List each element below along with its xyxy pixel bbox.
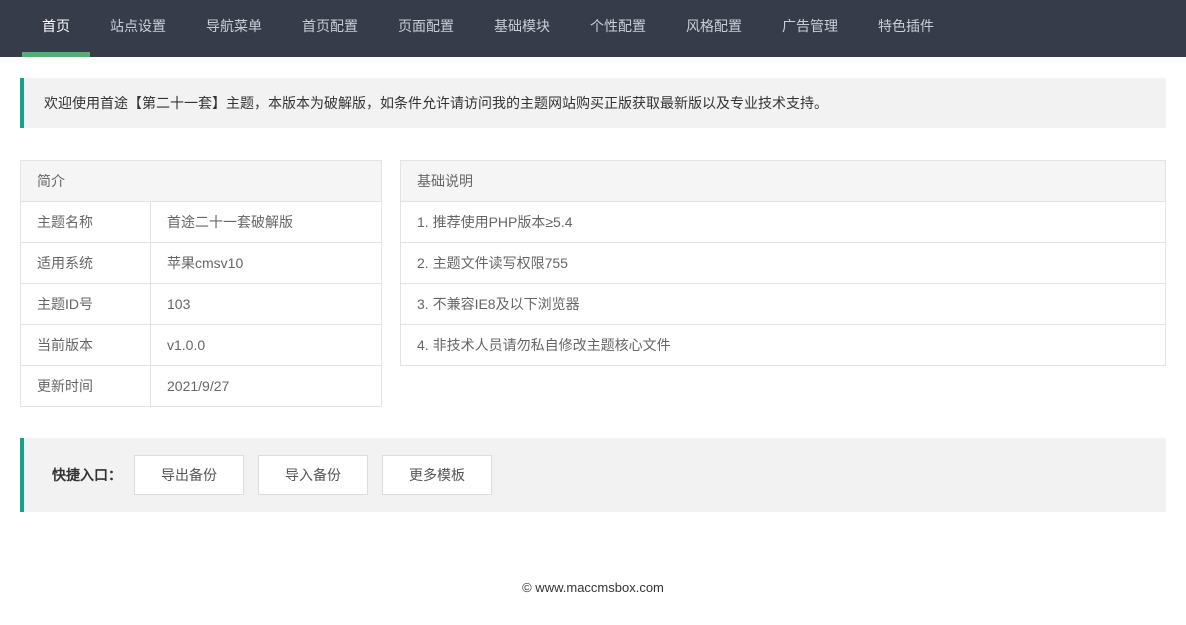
table-row: 3. 不兼容IE8及以下浏览器	[401, 284, 1166, 325]
more-templates-button[interactable]: 更多模板	[382, 455, 492, 495]
notes-table-title: 基础说明	[401, 161, 1166, 202]
note-item-browser: 3. 不兼容IE8及以下浏览器	[401, 284, 1166, 325]
row-label-system: 适用系统	[21, 243, 151, 284]
notes-table-header-row: 基础说明	[401, 161, 1166, 202]
nav-item-site-settings[interactable]: 站点设置	[90, 0, 186, 57]
row-label-theme-id: 主题ID号	[21, 284, 151, 325]
note-item-permissions: 2. 主题文件读写权限755	[401, 243, 1166, 284]
table-row: 更新时间 2021/9/27	[21, 366, 382, 407]
nav-item-basic-modules[interactable]: 基础模块	[474, 0, 570, 57]
intro-table: 简介 主题名称 首途二十一套破解版 适用系统 苹果cmsv10 主题ID号 10…	[20, 160, 382, 407]
row-value-updated: 2021/9/27	[151, 366, 382, 407]
top-nav: 首页 站点设置 导航菜单 首页配置 页面配置 基础模块 个性配置 风格配置 广告…	[0, 0, 1186, 57]
row-value-version: v1.0.0	[151, 325, 382, 366]
welcome-notice: 欢迎使用首途【第二十一套】主题，本版本为破解版，如条件允许请访问我的主题网站购买…	[20, 78, 1166, 128]
nav-item-home[interactable]: 首页	[22, 0, 90, 57]
table-row: 适用系统 苹果cmsv10	[21, 243, 382, 284]
nav-item-page-config[interactable]: 页面配置	[378, 0, 474, 57]
export-backup-button[interactable]: 导出备份	[134, 455, 244, 495]
nav-item-style-config[interactable]: 风格配置	[666, 0, 762, 57]
welcome-notice-text: 欢迎使用首途【第二十一套】主题，本版本为破解版，如条件允许请访问我的主题网站购买…	[44, 95, 828, 111]
intro-table-title: 简介	[21, 161, 382, 202]
quick-entry-section: 快捷入口： 导出备份 导入备份 更多模板	[20, 438, 1166, 512]
table-row: 4. 非技术人员请勿私自修改主题核心文件	[401, 325, 1166, 366]
nav-item-nav-menu[interactable]: 导航菜单	[186, 0, 282, 57]
row-value-system: 苹果cmsv10	[151, 243, 382, 284]
footer-copyright: © www.maccmsbox.com	[0, 580, 1186, 625]
note-item-core-files: 4. 非技术人员请勿私自修改主题核心文件	[401, 325, 1166, 366]
quick-entry-label: 快捷入口：	[52, 465, 122, 485]
table-row: 主题名称 首途二十一套破解版	[21, 202, 382, 243]
table-row: 2. 主题文件读写权限755	[401, 243, 1166, 284]
table-row: 1. 推荐使用PHP版本≥5.4	[401, 202, 1166, 243]
nav-item-homepage-config[interactable]: 首页配置	[282, 0, 378, 57]
row-label-updated: 更新时间	[21, 366, 151, 407]
nav-item-featured-plugins[interactable]: 特色插件	[858, 0, 954, 57]
row-value-theme-id: 103	[151, 284, 382, 325]
note-item-php: 1. 推荐使用PHP版本≥5.4	[401, 202, 1166, 243]
page-container: 欢迎使用首途【第二十一套】主题，本版本为破解版，如条件允许请访问我的主题网站购买…	[0, 78, 1186, 512]
import-backup-button[interactable]: 导入备份	[258, 455, 368, 495]
row-label-version: 当前版本	[21, 325, 151, 366]
nav-item-ad-management[interactable]: 广告管理	[762, 0, 858, 57]
table-row: 主题ID号 103	[21, 284, 382, 325]
nav-item-personal-config[interactable]: 个性配置	[570, 0, 666, 57]
notes-table: 基础说明 1. 推荐使用PHP版本≥5.4 2. 主题文件读写权限755 3. …	[400, 160, 1166, 366]
row-label-theme-name: 主题名称	[21, 202, 151, 243]
table-row: 当前版本 v1.0.0	[21, 325, 382, 366]
info-panels: 简介 主题名称 首途二十一套破解版 适用系统 苹果cmsv10 主题ID号 10…	[20, 160, 1166, 407]
intro-table-header-row: 简介	[21, 161, 382, 202]
row-value-theme-name: 首途二十一套破解版	[151, 202, 382, 243]
